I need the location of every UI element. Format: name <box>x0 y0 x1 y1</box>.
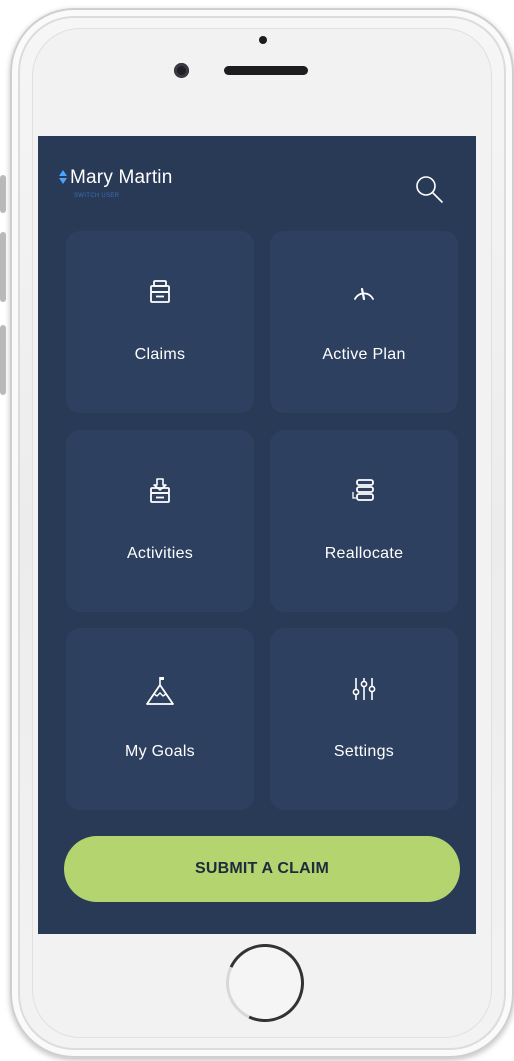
tile-label: Active Plan <box>322 346 406 363</box>
app-screen: Mary Martin SWITCH USER Claims Active Pl… <box>38 136 476 934</box>
volume-down-button <box>0 325 6 395</box>
inbox-tray-icon <box>66 277 254 307</box>
tile-label: Activities <box>126 545 194 562</box>
stack-transfer-icon <box>270 476 458 506</box>
earpiece-speaker <box>224 66 308 75</box>
mute-switch <box>0 175 6 213</box>
proximity-sensor <box>259 36 267 44</box>
user-subtitle[interactable]: SWITCH USER <box>74 193 119 199</box>
user-name[interactable]: Mary Martin <box>70 167 173 189</box>
submit-claim-button[interactable]: SUBMIT A CLAIM <box>64 836 460 902</box>
tile-activities[interactable]: Activities <box>66 430 254 612</box>
tile-reallocate[interactable]: Reallocate <box>270 430 458 612</box>
tile-label: Settings <box>333 743 395 760</box>
tile-my-goals[interactable]: My Goals <box>66 628 254 810</box>
download-box-icon <box>66 476 254 506</box>
tile-label: Reallocate <box>324 545 404 562</box>
tile-claims[interactable]: Claims <box>66 231 254 413</box>
tile-label: Claims <box>134 346 186 363</box>
switch-user-icon[interactable] <box>58 168 68 186</box>
tile-label: My Goals <box>125 743 195 760</box>
search-icon[interactable] <box>414 174 444 204</box>
mountain-flag-icon <box>66 674 254 705</box>
tile-active-plan[interactable]: Active Plan <box>270 231 458 413</box>
sliders-icon <box>270 674 458 704</box>
volume-up-button <box>0 232 6 302</box>
tile-settings[interactable]: Settings <box>270 628 458 810</box>
front-camera <box>174 63 189 78</box>
app-header: Mary Martin SWITCH USER <box>38 136 476 216</box>
gauge-icon <box>270 277 458 307</box>
